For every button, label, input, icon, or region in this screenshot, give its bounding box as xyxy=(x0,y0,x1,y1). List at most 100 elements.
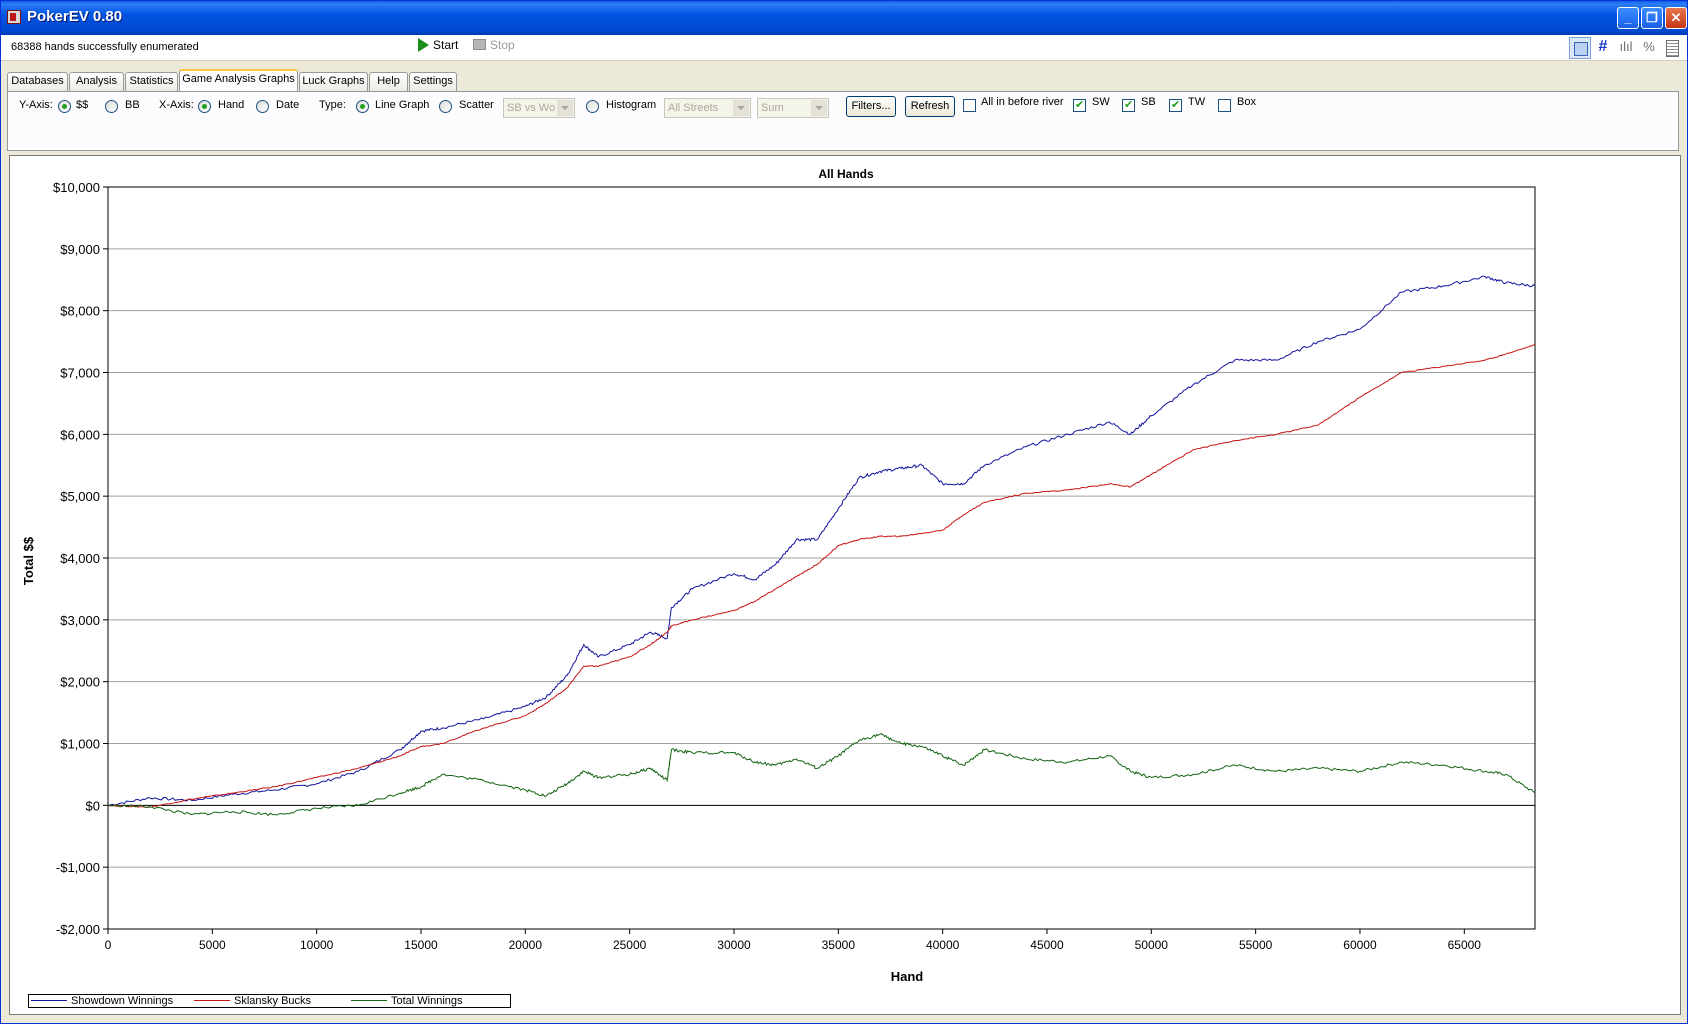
box-checkbox[interactable] xyxy=(1218,99,1231,112)
type-scatter-radio[interactable] xyxy=(439,100,452,113)
window-title: PokerEV 0.80 xyxy=(27,8,123,25)
close-button[interactable]: ✕ xyxy=(1665,7,1687,29)
yaxis-label: Y-Axis: xyxy=(19,99,53,111)
start-label: Start xyxy=(433,38,459,52)
yaxis-dollars-radio[interactable] xyxy=(58,100,71,113)
series-line-total-winnings xyxy=(108,733,1536,817)
y-tick-label: -$2,000 xyxy=(56,922,100,937)
percent-icon[interactable]: % xyxy=(1638,37,1660,59)
y-tick-label: $10,000 xyxy=(53,180,100,195)
legend-label: Showdown Winnings xyxy=(71,995,174,1007)
x-tick-label: 25000 xyxy=(613,938,647,952)
chart-title: All Hands xyxy=(818,167,874,181)
play-icon xyxy=(418,38,429,52)
all-in-before-river-checkbox[interactable] xyxy=(963,99,976,112)
aggregate-combo[interactable]: Sum xyxy=(757,98,829,118)
yaxis-bb-label: BB xyxy=(125,99,140,111)
y-tick-label: $0 xyxy=(86,798,100,813)
y-tick-label: $9,000 xyxy=(60,242,100,257)
x-tick-label: 45000 xyxy=(1030,938,1064,952)
x-tick-label: 10000 xyxy=(300,938,334,952)
image-view-icon[interactable] xyxy=(1569,37,1591,59)
x-tick-label: 55000 xyxy=(1239,938,1273,952)
y-tick-label: $3,000 xyxy=(60,613,100,628)
x-tick-label: 60000 xyxy=(1343,938,1377,952)
type-label: Type: xyxy=(319,99,346,111)
status-toolbar: 68388 hands successfully enumerated Star… xyxy=(1,35,1687,61)
x-tick-label: 30000 xyxy=(717,938,751,952)
filters-button[interactable]: Filters... xyxy=(846,96,896,117)
bar-chart-icon[interactable]: ılıl xyxy=(1615,37,1637,59)
x-axis-title: Hand xyxy=(890,969,924,984)
app-window: PokerEV 0.80 _ ❐ ✕ 68388 hands successfu… xyxy=(0,0,1688,1024)
minimize-button[interactable]: _ xyxy=(1617,7,1639,29)
sw-checkbox[interactable] xyxy=(1073,98,1086,112)
sb-label: SB xyxy=(1141,96,1156,108)
x-tick-label: 20000 xyxy=(509,938,543,952)
sb-checkbox[interactable] xyxy=(1122,98,1135,112)
xaxis-hand-label: Hand xyxy=(218,99,245,111)
line-chart: -$2,000 -$1,000 $0 $1,000 $2,000 $3,000 $4,000… xyxy=(53,180,1536,952)
tab-analysis[interactable]: Analysis xyxy=(69,72,124,91)
legend-label: Sklansky Bucks xyxy=(234,995,312,1007)
y-tick-label: $5,000 xyxy=(60,489,100,504)
y-tick-label: -$1,000 xyxy=(56,860,100,875)
status-message: 68388 hands successfully enumerated xyxy=(11,41,199,53)
x-tick-label: 40000 xyxy=(926,938,960,952)
xaxis-date-label: Date xyxy=(276,99,300,111)
xaxis-hand-radio[interactable] xyxy=(198,100,211,113)
tw-checkbox[interactable] xyxy=(1169,98,1182,112)
type-scatter-label: Scatter xyxy=(459,99,494,111)
xaxis-date-radio[interactable] xyxy=(256,100,269,113)
legend-swatch xyxy=(351,1000,387,1001)
type-line-graph-label: Line Graph xyxy=(375,99,430,111)
yaxis-dollars-label: $$ xyxy=(76,99,89,111)
legend-item-showdown-winnings: Showdown Winnings xyxy=(31,995,173,1007)
legend-swatch xyxy=(31,1000,67,1001)
refresh-button[interactable]: Refresh xyxy=(905,96,955,117)
chart-legend: Showdown Winnings Sklansky Bucks Total W… xyxy=(28,994,511,1008)
tab-statistics[interactable]: Statistics xyxy=(125,72,178,91)
streets-combo[interactable]: All Streets xyxy=(664,98,751,118)
y-tick-label: $7,000 xyxy=(60,366,100,381)
stop-button[interactable]: Stop xyxy=(473,38,515,58)
y-tick-label: $8,000 xyxy=(60,304,100,319)
tab-settings[interactable]: Settings xyxy=(409,72,457,91)
yaxis-bb-radio[interactable] xyxy=(105,100,118,113)
legend-item-sklansky-bucks: Sklansky Bucks xyxy=(194,995,311,1007)
tab-luck-graphs[interactable]: Luck Graphs xyxy=(299,72,368,91)
stop-label: Stop xyxy=(490,38,515,52)
type-histogram-label: Histogram xyxy=(606,99,657,111)
maximize-button[interactable]: ❐ xyxy=(1641,7,1663,29)
x-tick-label: 65000 xyxy=(1448,938,1482,952)
legend-item-total-winnings: Total Winnings xyxy=(351,995,463,1007)
sw-label: SW xyxy=(1092,96,1110,108)
tab-game-analysis-graphs[interactable]: Game Analysis Graphs xyxy=(179,69,298,91)
tw-label: TW xyxy=(1188,96,1206,108)
x-tick-label: 35000 xyxy=(822,938,856,952)
start-button[interactable]: Start xyxy=(418,38,458,58)
grid-icon[interactable]: # xyxy=(1592,37,1614,59)
series-line-sklansky-bucks xyxy=(107,344,1536,808)
y-tick-label: $1,000 xyxy=(60,737,100,752)
legend-label: Total Winnings xyxy=(391,995,463,1007)
x-tick-label: 15000 xyxy=(404,938,438,952)
all-in-before-river-label: All in before river xyxy=(981,96,1064,108)
chart-panel: -$2,000 -$1,000 $0 $1,000 $2,000 $3,000 $4,000… xyxy=(9,155,1681,1015)
document-icon[interactable] xyxy=(1661,37,1683,59)
series-line-showdown-winnings xyxy=(107,275,1536,806)
tab-help[interactable]: Help xyxy=(369,72,408,91)
app-icon xyxy=(7,10,21,24)
x-tick-label: 0 xyxy=(105,938,112,952)
y-tick-label: $4,000 xyxy=(60,551,100,566)
legend-swatch xyxy=(194,1000,230,1001)
stop-icon xyxy=(473,39,486,50)
y-tick-label: $6,000 xyxy=(60,427,100,442)
graph-controls: Y-Axis: $$ BB X-Axis: Hand Date Type: Li… xyxy=(7,91,1679,151)
type-line-graph-radio[interactable] xyxy=(356,100,369,113)
scatter-mode-combo[interactable]: SB vs Wo xyxy=(503,98,575,118)
xaxis-label: X-Axis: xyxy=(159,99,194,111)
tab-databases[interactable]: Databases xyxy=(7,72,68,91)
type-histogram-radio[interactable] xyxy=(586,100,599,113)
title-bar[interactable]: PokerEV 0.80 _ ❐ ✕ xyxy=(1,1,1687,35)
